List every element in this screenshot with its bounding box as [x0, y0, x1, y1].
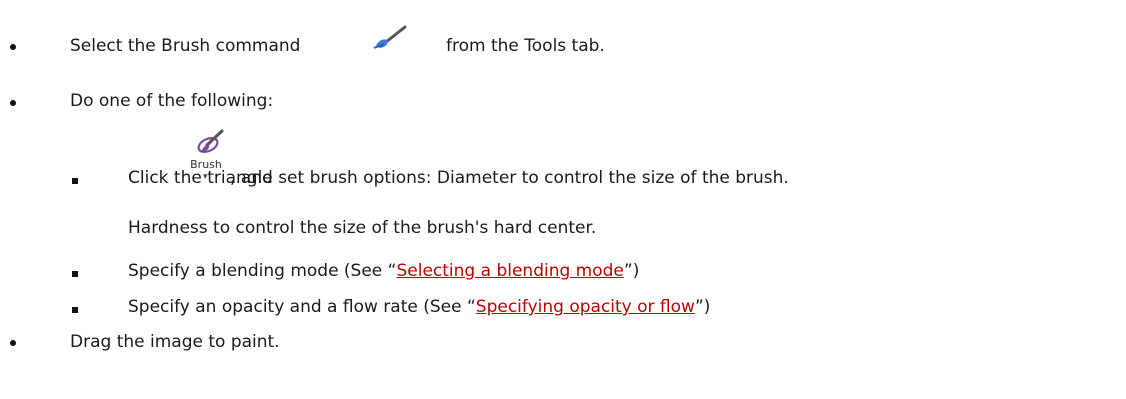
bullet [10, 44, 16, 50]
list-item-select-brush-tail: from the Tools tab. [446, 36, 605, 56]
sub-bullet [72, 178, 78, 184]
list-item-select-brush: Select the Brush command [70, 36, 300, 56]
sub-item-text-end: ”) [694, 297, 711, 317]
link-selecting-blending-mode[interactable]: Selecting a blending mode [396, 261, 623, 281]
sub-item-blending-mode: Specify a blending mode (See “Selecting … [128, 261, 639, 281]
list-item-drag-image: Drag the image to paint. [70, 332, 280, 352]
item-text: Drag the image to paint. [70, 332, 280, 352]
sub-bullet [72, 307, 78, 313]
item-text: Do one of the following: [70, 91, 274, 111]
brush-tool-icon [370, 24, 410, 52]
bullet [10, 100, 16, 106]
item-text: Select the Brush command [70, 36, 301, 56]
sub-item-click-triangle-tail: , and set brush options: Diameter to con… [230, 168, 789, 188]
sub-item-text-tail: , and set brush options: Diameter to con… [230, 168, 789, 188]
brush-ribbon-icon [196, 128, 226, 161]
item-text-tail: from the Tools tab. [446, 36, 605, 56]
sub-item-text: Specify a blending mode (See “ [128, 261, 397, 281]
list-item-do-one: Do one of the following: [70, 91, 273, 111]
sub-item-text-end: ”) [623, 261, 640, 281]
link-specifying-opacity-flow[interactable]: Specifying opacity or flow [476, 297, 695, 317]
sub-item-continuation-text: Hardness to control the size of the brus… [128, 218, 597, 238]
sub-item-continuation: Hardness to control the size of the brus… [128, 218, 596, 238]
sub-item-opacity-flow: Specify an opacity and a flow rate (See … [128, 297, 710, 317]
sub-bullet [72, 271, 78, 277]
sub-item-text: Specify an opacity and a flow rate (See … [128, 297, 476, 317]
bullet [10, 340, 16, 346]
